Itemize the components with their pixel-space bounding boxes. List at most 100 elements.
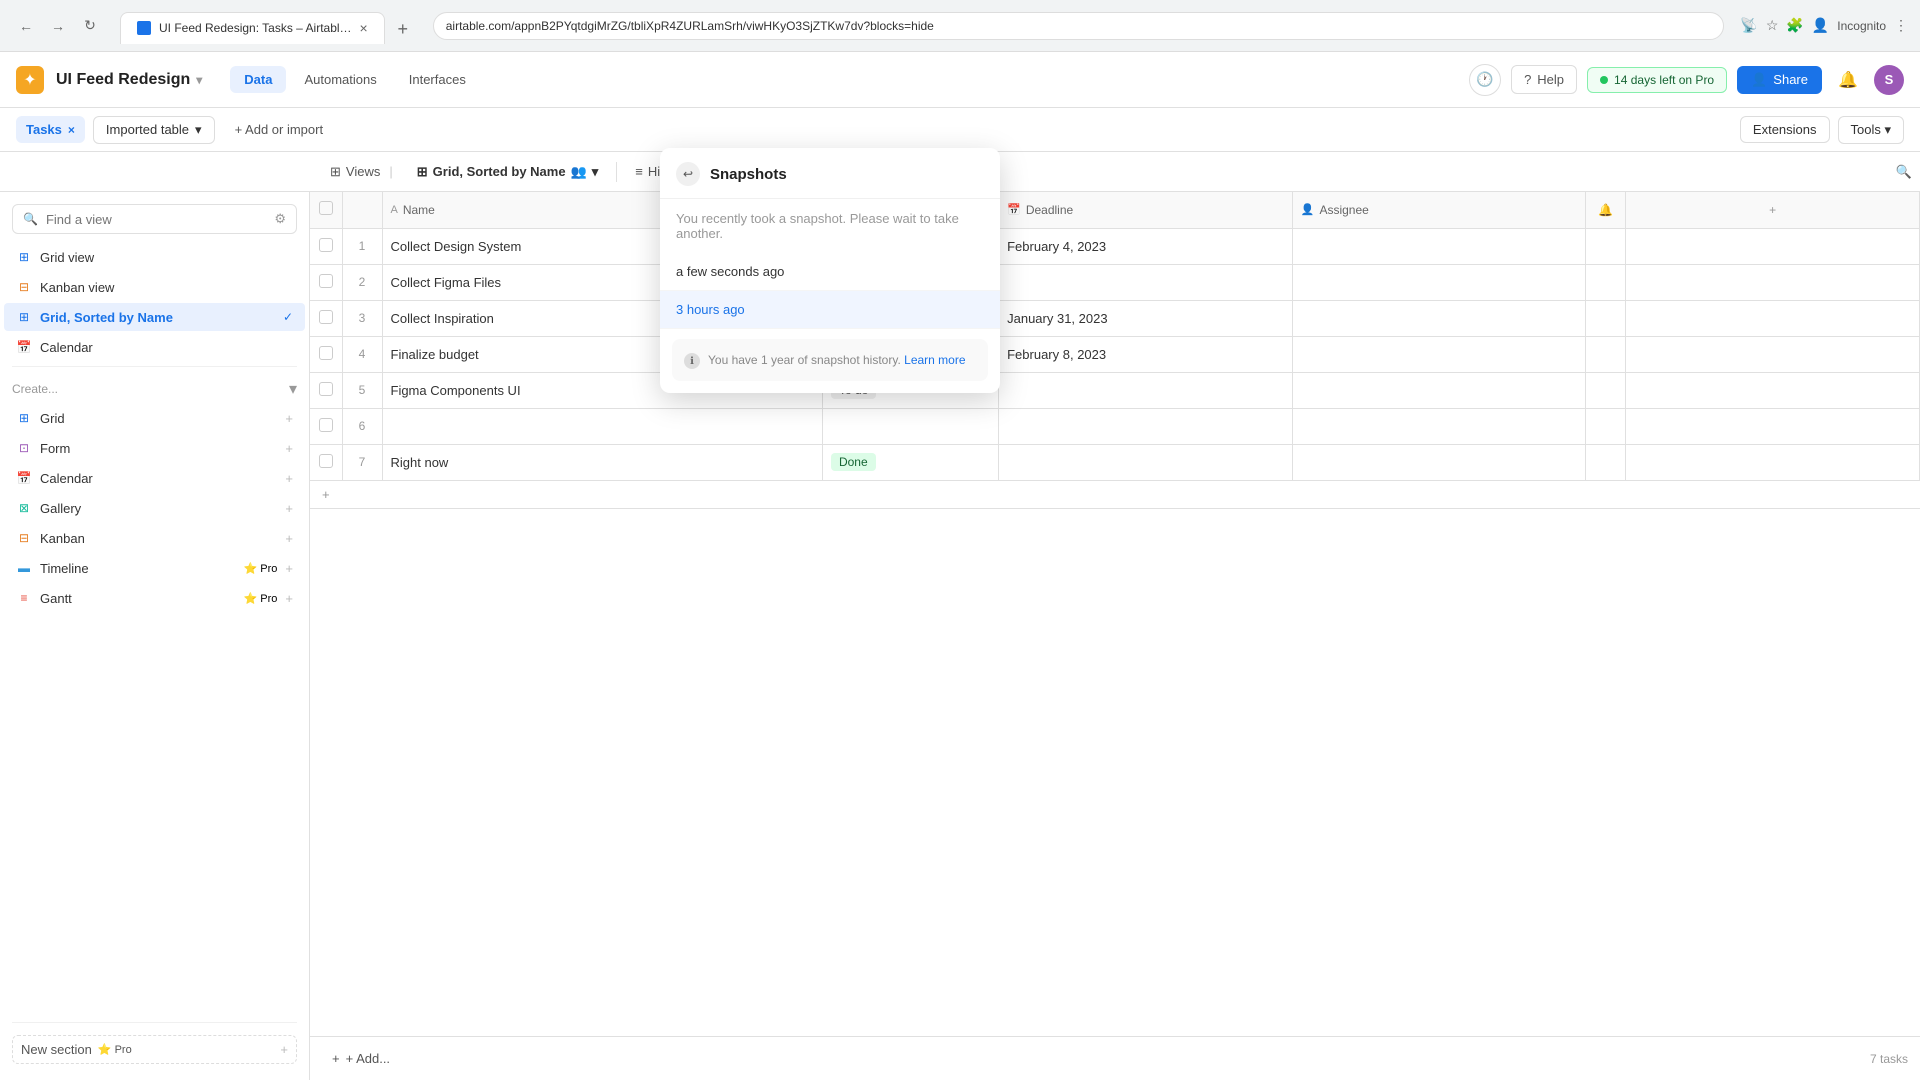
tasks-tab[interactable]: Tasks ×	[16, 116, 85, 143]
row-checkbox-cell[interactable]	[310, 228, 342, 264]
row-deadline-cell[interactable]: January 31, 2023	[999, 300, 1293, 336]
add-col-icon[interactable]: +	[1769, 203, 1776, 217]
table-row[interactable]: 7Right nowDone	[310, 444, 1920, 480]
row-checkbox-cell[interactable]	[310, 444, 342, 480]
back-button[interactable]: ←	[12, 12, 40, 40]
profile-icon[interactable]: 👤	[1812, 17, 1829, 34]
table-row[interactable]: 2Collect Figma FilesTo do	[310, 264, 1920, 300]
sidebar-item-create-timeline[interactable]: ▬ Timeline ⭐ Pro +	[4, 554, 305, 582]
create-timeline-add-icon[interactable]: +	[285, 561, 293, 576]
create-chevron-icon[interactable]: ▾	[289, 379, 297, 399]
pro-badge[interactable]: 14 days left on Pro	[1587, 67, 1727, 93]
row-checkbox-cell[interactable]	[310, 264, 342, 300]
sidebar-search[interactable]: 🔍 ⚙	[12, 204, 297, 234]
row-assignee-cell[interactable]	[1292, 300, 1586, 336]
row-deadline-cell[interactable]	[999, 264, 1293, 300]
imported-table-button[interactable]: Imported table ▾	[93, 116, 215, 144]
row-checkbox[interactable]	[319, 238, 333, 252]
help-button[interactable]: ? Help	[1511, 65, 1577, 94]
address-bar[interactable]: airtable.com/appnB2PYqtdgiMrZG/tbliXpR4Z…	[433, 12, 1725, 40]
table-row[interactable]: 5Figma Components UITo do	[310, 372, 1920, 408]
row-deadline-cell[interactable]: February 8, 2023	[999, 336, 1293, 372]
row-checkbox[interactable]	[319, 274, 333, 288]
add-row-bar[interactable]: +	[310, 481, 1920, 509]
app-logo[interactable]: ✦	[16, 66, 44, 94]
tools-button[interactable]: Tools ▾	[1838, 116, 1905, 144]
create-form-add-icon[interactable]: +	[285, 441, 293, 456]
create-grid-add-icon[interactable]: +	[285, 411, 293, 426]
search-input[interactable]	[46, 212, 266, 227]
sidebar-item-calendar[interactable]: 📅 Calendar	[4, 333, 305, 361]
star-icon[interactable]: ☆	[1766, 17, 1779, 34]
sidebar-item-create-calendar[interactable]: 📅 Calendar +	[4, 464, 305, 492]
grid-sorted-button[interactable]: ⊞ Grid, Sorted by Name 👥 ▾	[407, 159, 609, 185]
header-deadline-col[interactable]: 📅 Deadline	[999, 192, 1293, 228]
row-assignee-cell[interactable]	[1292, 444, 1586, 480]
sidebar-item-grid-view[interactable]: ⊞ Grid view	[4, 243, 305, 271]
row-assignee-cell[interactable]	[1292, 336, 1586, 372]
table-row[interactable]: 6	[310, 408, 1920, 444]
row-name-cell[interactable]	[382, 408, 822, 444]
row-status-cell[interactable]	[822, 408, 998, 444]
create-gantt-add-icon[interactable]: +	[285, 591, 293, 606]
row-checkbox-cell[interactable]	[310, 408, 342, 444]
sidebar-item-create-gallery[interactable]: ⊠ Gallery +	[4, 494, 305, 522]
header-extra-col[interactable]: +	[1626, 192, 1920, 228]
create-kanban-add-icon[interactable]: +	[285, 531, 293, 546]
cast-icon[interactable]: 📡	[1740, 17, 1757, 34]
snapshot-learn-more-link[interactable]: Learn more	[904, 353, 965, 367]
snapshot-item-3h[interactable]: 3 hours ago	[660, 291, 1000, 329]
row-checkbox-cell[interactable]	[310, 372, 342, 408]
sidebar-item-create-form[interactable]: ⊡ Form +	[4, 434, 305, 462]
header-checkbox[interactable]	[319, 201, 333, 215]
forward-button[interactable]: →	[44, 12, 72, 40]
tasks-tab-close-icon[interactable]: ×	[68, 123, 75, 137]
table-row[interactable]: 3Collect InspirationDoneJanuary 31, 2023	[310, 300, 1920, 336]
create-gallery-add-icon[interactable]: +	[285, 501, 293, 516]
row-checkbox-cell[interactable]	[310, 336, 342, 372]
tab-close-button[interactable]: ×	[360, 20, 368, 36]
add-row-button[interactable]: + + Add...	[322, 1045, 400, 1072]
nav-interfaces[interactable]: Interfaces	[395, 66, 480, 93]
add-or-import-button[interactable]: + Add or import	[223, 117, 336, 142]
row-checkbox[interactable]	[319, 310, 333, 324]
gear-icon[interactable]: ⚙	[274, 211, 286, 227]
avatar[interactable]: S	[1874, 65, 1904, 95]
new-tab-button[interactable]: +	[389, 16, 417, 44]
row-checkbox[interactable]	[319, 346, 333, 360]
sidebar-item-create-gantt[interactable]: ≡ Gantt ⭐ Pro +	[4, 584, 305, 612]
row-status-cell[interactable]: Done	[822, 444, 998, 480]
row-checkbox-cell[interactable]	[310, 300, 342, 336]
refresh-button[interactable]: ↻	[76, 12, 104, 40]
row-checkbox[interactable]	[319, 382, 333, 396]
sidebar-item-create-kanban[interactable]: ⊟ Kanban +	[4, 524, 305, 552]
header-assignee-col[interactable]: 👤 Assignee	[1292, 192, 1586, 228]
row-name-cell[interactable]: Right now	[382, 444, 822, 480]
row-checkbox[interactable]	[319, 454, 333, 468]
row-assignee-cell[interactable]	[1292, 408, 1586, 444]
nav-automations[interactable]: Automations	[290, 66, 390, 93]
row-checkbox[interactable]	[319, 418, 333, 432]
new-section-add-icon[interactable]: +	[280, 1042, 288, 1057]
create-calendar-add-icon[interactable]: +	[285, 471, 293, 486]
history-button[interactable]: 🕐	[1469, 64, 1501, 96]
row-deadline-cell[interactable]	[999, 408, 1293, 444]
search-button[interactable]: 🔍	[1888, 156, 1920, 188]
sidebar-item-create-grid[interactable]: ⊞ Grid +	[4, 404, 305, 432]
row-assignee-cell[interactable]	[1292, 228, 1586, 264]
extensions-icon[interactable]: 🧩	[1786, 17, 1803, 34]
title-chevron-icon[interactable]: ▾	[196, 73, 202, 87]
row-deadline-cell[interactable]: February 4, 2023	[999, 228, 1293, 264]
row-assignee-cell[interactable]	[1292, 264, 1586, 300]
menu-icon[interactable]: ⋮	[1894, 17, 1908, 34]
table-row[interactable]: 4Finalize budgetTo doFebruary 8, 2023	[310, 336, 1920, 372]
row-assignee-cell[interactable]	[1292, 372, 1586, 408]
row-deadline-cell[interactable]	[999, 372, 1293, 408]
sidebar-item-grid-sorted[interactable]: ⊞ Grid, Sorted by Name ✓	[4, 303, 305, 331]
snapshot-item-recent[interactable]: a few seconds ago	[660, 253, 1000, 291]
sidebar-item-kanban-view[interactable]: ⊟ Kanban view	[4, 273, 305, 301]
table-row[interactable]: 1Collect Design SystemIn proFebruary 4, …	[310, 228, 1920, 264]
share-button[interactable]: 👤 Share	[1737, 66, 1822, 94]
nav-data[interactable]: Data	[230, 66, 286, 93]
views-button[interactable]: ⊞ Views |	[320, 159, 403, 185]
